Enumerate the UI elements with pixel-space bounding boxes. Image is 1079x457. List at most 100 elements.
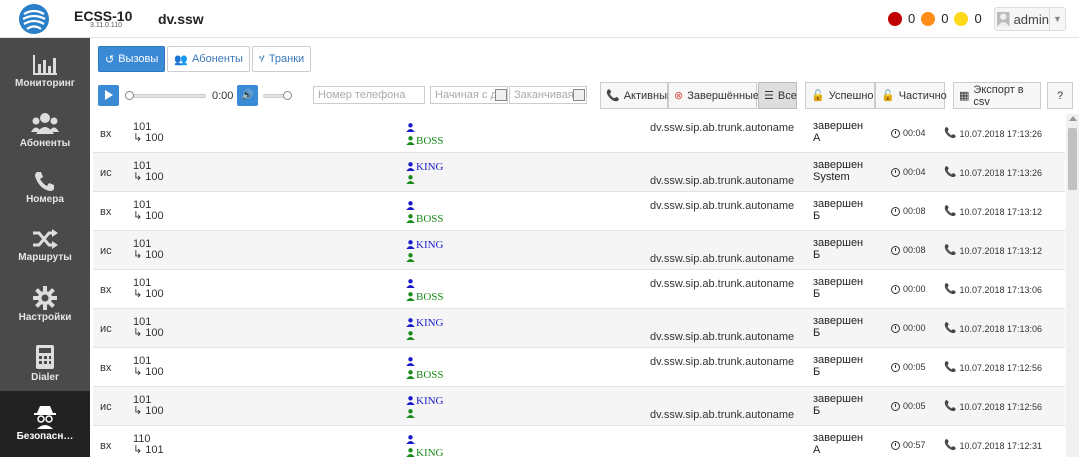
scroll-up-arrow-icon[interactable] <box>1069 116 1077 121</box>
tab-calls[interactable]: ↺ Вызовы <box>98 46 166 72</box>
clock-icon <box>891 362 900 372</box>
redirect-arrow-icon: ↳ <box>133 366 143 378</box>
calls-toolbar: 0:00 🔊 📞 Активный ⊗ Завершённые ☰ Все 🔓 … <box>98 82 1073 110</box>
help-button[interactable]: ? <box>1047 82 1073 109</box>
call-trunk: dv.ssw.sip.ab.trunk.autoname <box>650 253 795 265</box>
user-dropdown-caret-icon[interactable]: ▼ <box>1050 7 1066 31</box>
call-datetime: 📞 10.07.2018 17:12:31 <box>944 440 1042 451</box>
alarm-minor[interactable]: 0 <box>954 11 982 26</box>
call-status-side: Б <box>813 366 821 378</box>
call-status-text: завершен <box>813 432 864 444</box>
caller-user-icon <box>406 123 415 132</box>
playback-time: 0:00 <box>212 90 234 102</box>
table-row[interactable]: ис 101 ↳ 100 KING dv.ssw.sip.ab.trunk.autonam… <box>93 153 1065 192</box>
app-version: 3.11.0.110 <box>90 22 123 29</box>
volume-knob[interactable] <box>283 91 292 100</box>
callee-number: 100 <box>145 132 164 144</box>
filter-success-button[interactable]: 🔓 Успешно <box>805 82 875 109</box>
play-button[interactable] <box>98 85 119 106</box>
playback-progress-knob[interactable] <box>125 91 134 100</box>
sidebar-item-security[interactable]: Безопасн… <box>0 391 90 457</box>
caller-user-icon <box>406 240 415 249</box>
sidebar-item-monitoring[interactable]: Мониторинг <box>0 46 90 104</box>
tab-trunks[interactable]: ሃ Транки <box>251 46 312 72</box>
alarm-critical[interactable]: 0 <box>888 11 915 26</box>
call-duration: 00:04 <box>891 128 926 138</box>
scroll-thumb[interactable] <box>1068 128 1077 190</box>
table-row[interactable]: ис 101 ↳ 100 KING dv.ssw.sip.ab.trunk.autonam… <box>93 309 1065 348</box>
caller-user-icon <box>406 435 415 444</box>
call-datetime-value: 10.07.2018 17:12:56 <box>959 362 1043 373</box>
sidebar-label-security: Безопасн… <box>16 431 74 442</box>
sidebar-item-numbers[interactable]: Номера <box>0 162 90 220</box>
call-direction: ис <box>100 167 112 179</box>
alarm-indicators[interactable]: 0 0 0 <box>888 11 988 26</box>
sidebar-label-numbers: Номера <box>26 194 64 205</box>
call-status: завершен Б <box>813 237 873 261</box>
call-duration-value: 00:08 <box>903 206 926 216</box>
phone-number-input[interactable] <box>313 86 425 104</box>
filter-all-button[interactable]: ☰ Все <box>758 82 797 109</box>
callee-user-icon <box>406 370 415 379</box>
eltex-logo-icon <box>19 4 49 34</box>
call-status: завершен Б <box>813 315 873 339</box>
call-status-text: завершен <box>813 237 864 249</box>
table-row[interactable]: вх 101 ↳ 100 BOSS dv.ssw.sip.ab.trunk.autonam… <box>93 114 1065 153</box>
callee-number: 101 <box>145 444 164 456</box>
call-status: завершен А <box>813 120 873 144</box>
table-scrollbar[interactable] <box>1066 114 1079 457</box>
table-row[interactable]: вх 101 ↳ 100 BOSS dv.ssw.sip.ab.trunk.autonam… <box>93 270 1065 309</box>
call-duration-value: 00:05 <box>903 401 926 411</box>
call-status: завершен Б <box>813 276 873 300</box>
filter-active-button[interactable]: 📞 Активный <box>600 82 673 109</box>
call-datetime: 📞 10.07.2018 17:12:56 <box>944 401 1042 412</box>
alarm-minor-count: 0 <box>974 11 982 26</box>
redirect-arrow-icon: ↳ <box>133 210 143 222</box>
clock-icon <box>891 167 900 177</box>
call-datetime-value: 10.07.2018 17:13:12 <box>959 206 1043 217</box>
sidebar-item-settings[interactable]: Настройки <box>0 278 90 336</box>
trunk-icon: ሃ <box>258 52 265 65</box>
call-parties: KING <box>406 434 444 457</box>
user-menu-button[interactable]: admin <box>994 7 1050 31</box>
call-parties: BOSS <box>406 356 444 382</box>
phone-icon: 📞 <box>944 323 957 334</box>
filter-partial-button[interactable]: 🔓 Частично <box>875 82 947 109</box>
alarm-major[interactable]: 0 <box>921 11 948 26</box>
table-row[interactable]: вх 101 ↳ 100 BOSS dv.ssw.sip.ab.trunk.autonam… <box>93 192 1065 231</box>
call-duration-value: 00:00 <box>903 323 926 333</box>
call-numbers: 110 ↳ 101 <box>133 434 164 456</box>
sidebar-item-subscribers[interactable]: Абоненты <box>0 104 90 162</box>
table-row[interactable]: ис 101 ↳ 100 KING dv.ssw.sip.ab.trunk.autonam… <box>93 231 1065 270</box>
playback-progress-bar[interactable] <box>128 94 206 98</box>
call-trunk: dv.ssw.sip.ab.trunk.autoname <box>650 278 795 290</box>
call-duration: 00:05 <box>891 401 926 411</box>
call-duration-value: 00:04 <box>903 167 926 177</box>
call-status-text: завершен <box>813 120 864 132</box>
sidebar-item-routes[interactable]: Маршруты <box>0 220 90 278</box>
callee-number: 100 <box>145 171 164 183</box>
cancel-circle-icon: ⊗ <box>674 90 684 102</box>
tab-subscribers[interactable]: 👥 Абоненты <box>167 46 250 72</box>
red-alarm-icon <box>888 11 902 26</box>
sidebar-label-routes: Маршруты <box>18 252 72 263</box>
filter-partial-label: Частично <box>898 89 947 102</box>
call-duration-value: 00:00 <box>903 284 926 294</box>
call-status-text: завершен <box>813 315 864 327</box>
help-label: ? <box>1056 89 1064 102</box>
volume-button[interactable]: 🔊 <box>237 85 258 106</box>
calendar-icon[interactable] <box>573 89 585 101</box>
callee-number: 100 <box>145 366 164 378</box>
export-csv-button[interactable]: ▦ Экспорт в csv <box>953 82 1041 109</box>
calendar-icon[interactable] <box>495 89 507 101</box>
table-row[interactable]: ис 101 ↳ 100 KING dv.ssw.sip.ab.trunk.autonam… <box>93 387 1065 426</box>
table-row[interactable]: вх 110 ↳ 101 KING завершен А 00:57 📞 10.07.2018 1… <box>93 426 1065 457</box>
table-row[interactable]: вх 101 ↳ 100 BOSS dv.ssw.sip.ab.trunk.autonam… <box>93 348 1065 387</box>
call-numbers: 101 ↳ 100 <box>133 356 164 378</box>
call-status-side: Б <box>813 288 821 300</box>
redirect-arrow-icon: ↳ <box>133 288 143 300</box>
call-duration-value: 00:57 <box>903 440 926 450</box>
filter-finished-button[interactable]: ⊗ Завершённые <box>668 82 759 109</box>
gear-icon <box>33 286 57 310</box>
sidebar-item-dialer[interactable]: Dialer <box>0 336 90 394</box>
